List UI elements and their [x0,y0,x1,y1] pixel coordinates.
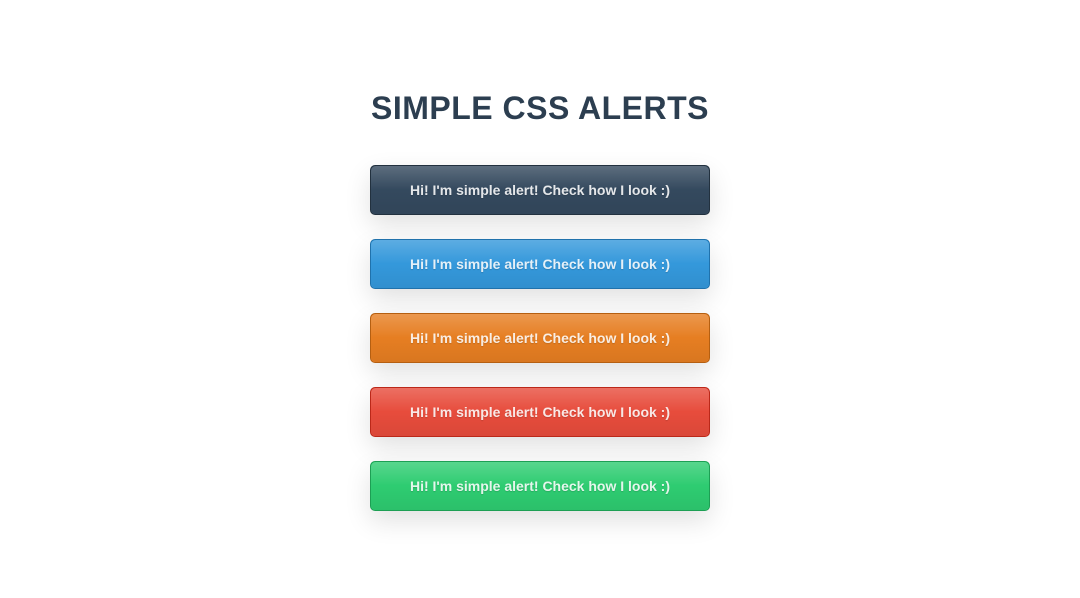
alert-blue: Hi! I'm simple alert! Check how I look :… [370,239,710,289]
alert-list: Hi! I'm simple alert! Check how I look :… [370,165,710,511]
page-container: SIMPLE CSS ALERTS Hi! I'm simple alert! … [0,0,1080,511]
alert-orange: Hi! I'm simple alert! Check how I look :… [370,313,710,363]
page-title: SIMPLE CSS ALERTS [371,90,709,127]
alert-red: Hi! I'm simple alert! Check how I look :… [370,387,710,437]
alert-green: Hi! I'm simple alert! Check how I look :… [370,461,710,511]
alert-dark: Hi! I'm simple alert! Check how I look :… [370,165,710,215]
